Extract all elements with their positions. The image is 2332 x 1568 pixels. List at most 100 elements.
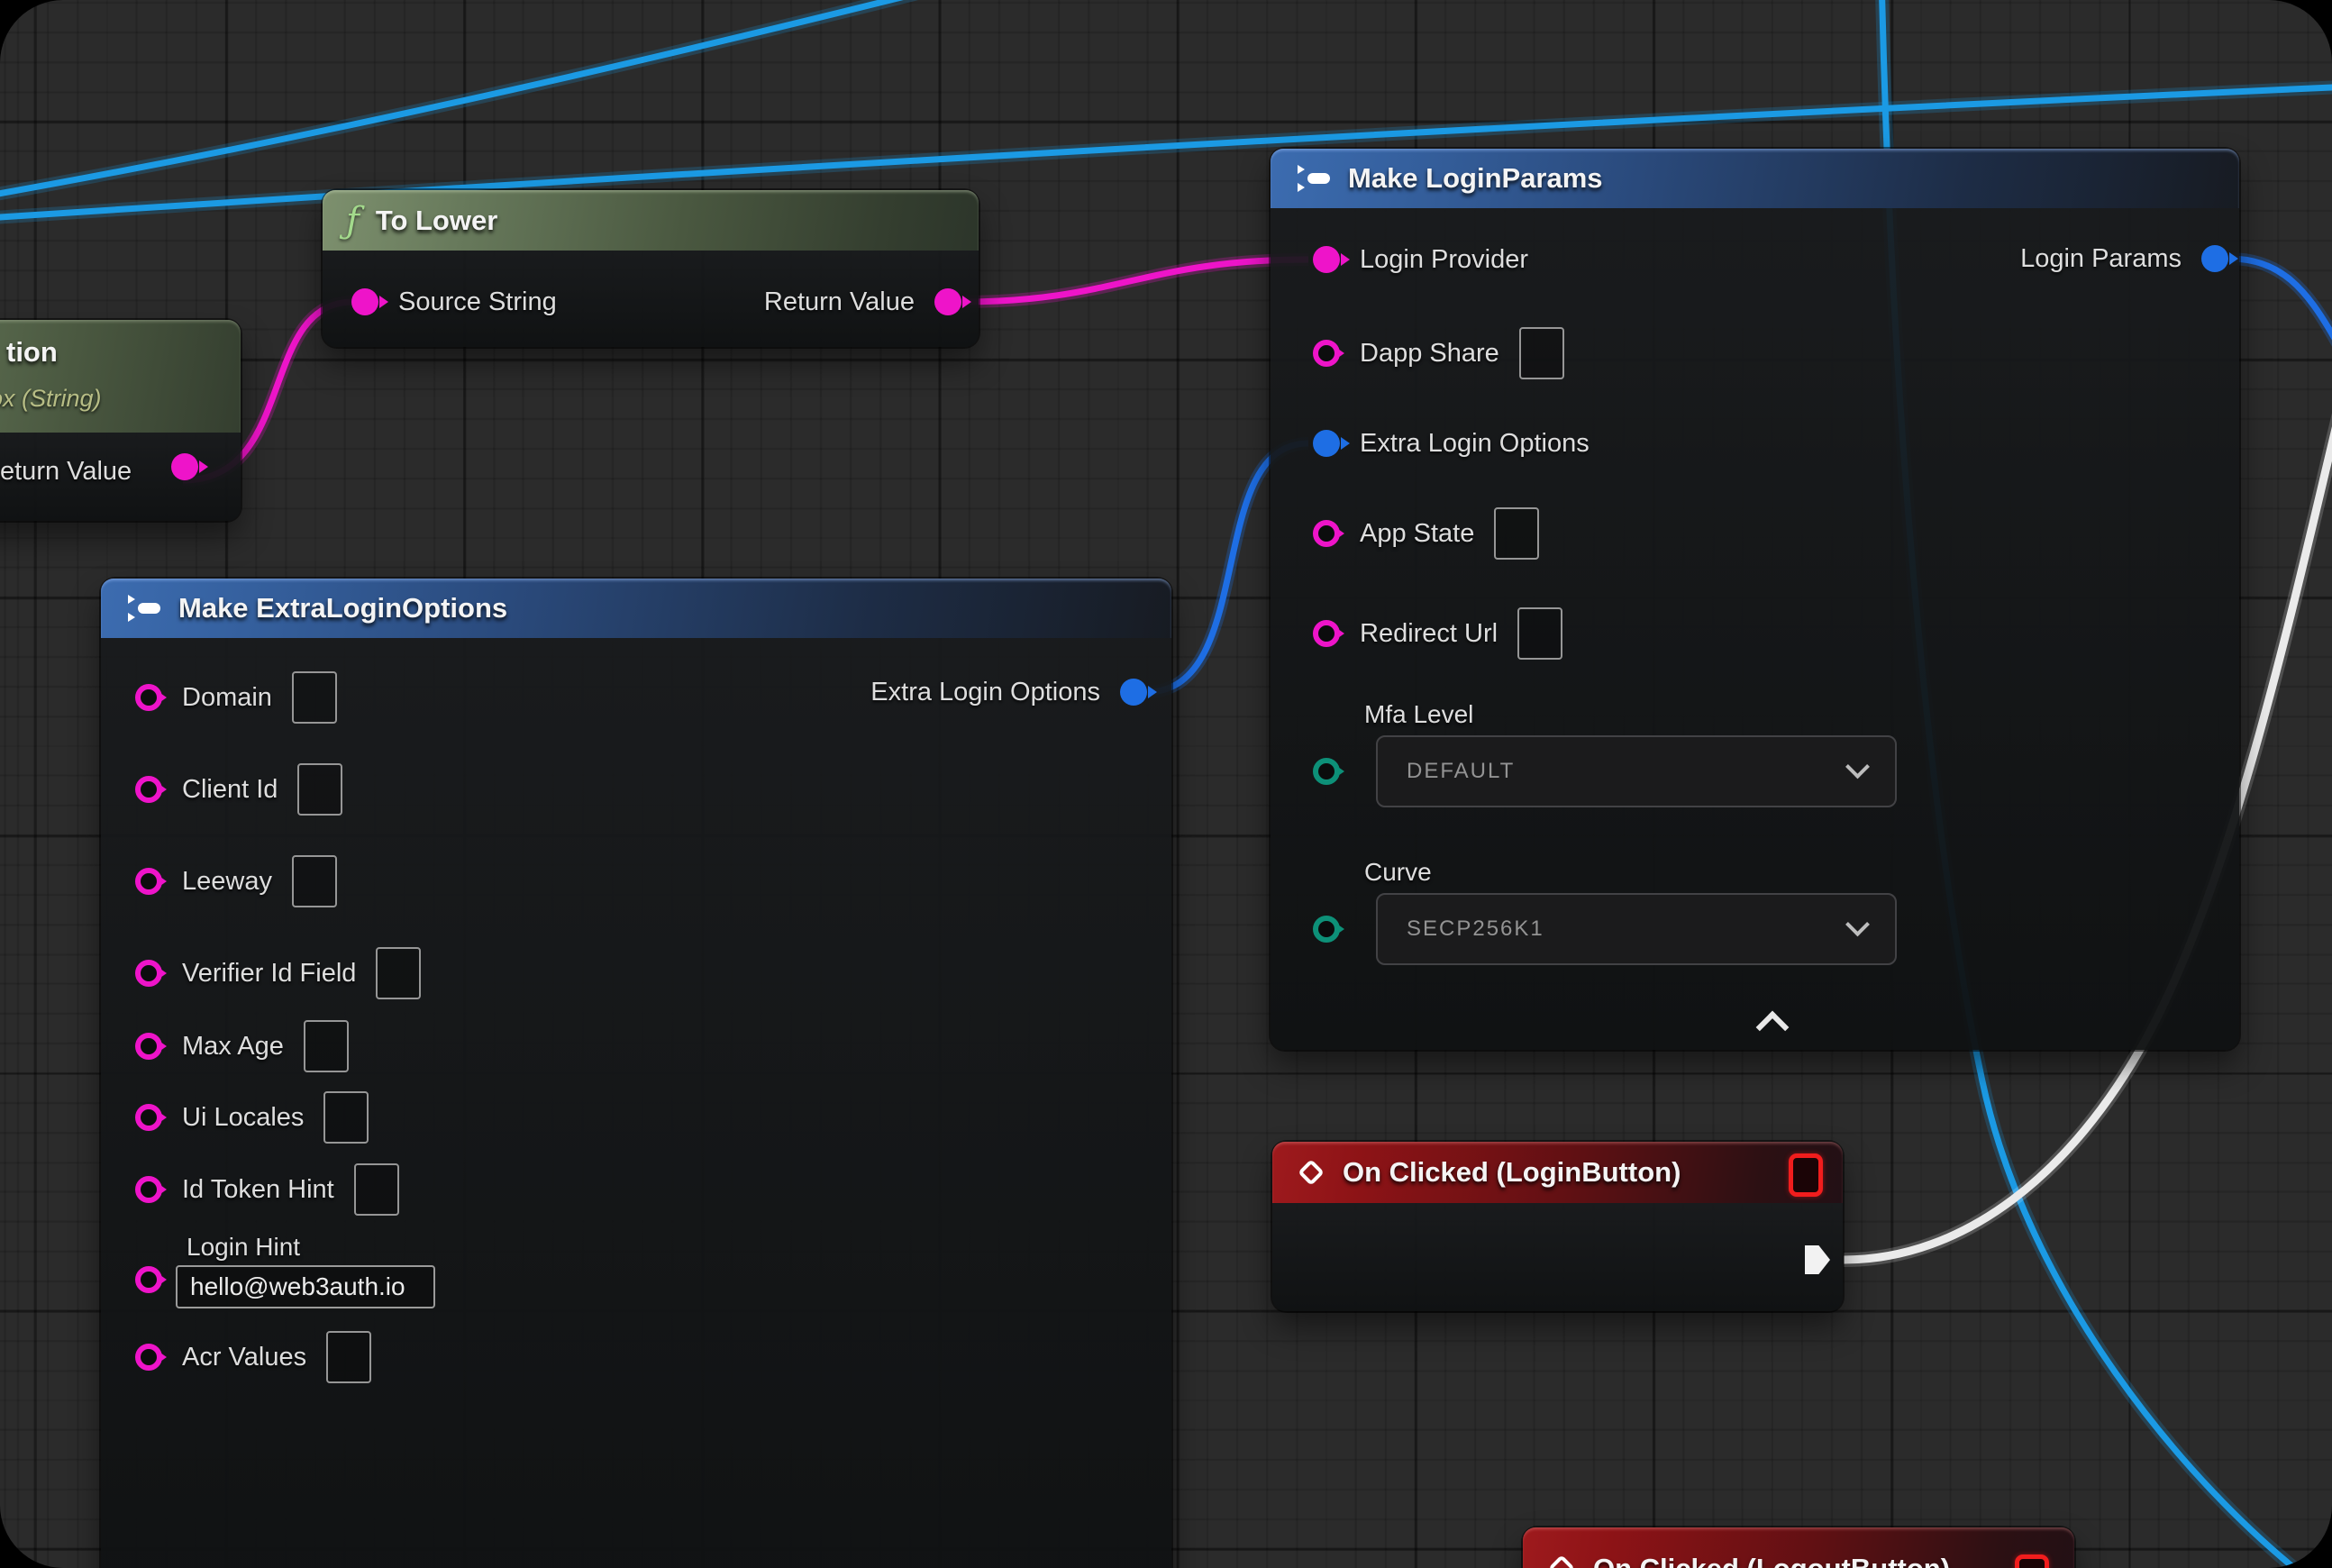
node-header[interactable]: On Clicked (LogoutButton) <box>1523 1527 2074 1568</box>
client-id-label: Client Id <box>182 775 278 805</box>
node-title: On Clicked (LogoutButton) <box>1593 1553 1950 1568</box>
login-hint-pin[interactable] <box>135 1266 162 1293</box>
pin-row-max-age: Max Age <box>135 1021 349 1071</box>
login-params-out-pin[interactable] <box>2201 245 2228 272</box>
mfa-level-dropdown[interactable]: DEFAULT <box>1376 735 1897 807</box>
wire-login-params-out[interactable] <box>2229 259 2332 404</box>
node-title: Make ExtraLoginOptions <box>178 592 507 624</box>
event-diamond-icon <box>1296 1157 1326 1188</box>
node-header[interactable]: ƒ To Lower <box>323 190 979 251</box>
return-value-pin[interactable] <box>171 453 198 480</box>
pin-row-login-params-out: Login Params <box>2020 233 2228 284</box>
pin-row-login-provider: Login Provider <box>1313 234 1528 285</box>
pin-row-source-string: Source String <box>351 277 557 327</box>
acr-values-label: Acr Values <box>182 1343 306 1372</box>
login-provider-label: Login Provider <box>1360 245 1528 275</box>
login-hint-label: Login Hint <box>187 1233 300 1262</box>
extra-login-options-out-label: Extra Login Options <box>870 678 1100 707</box>
acr-values-pin[interactable] <box>135 1344 162 1371</box>
event-binding-red-icon <box>2015 1554 2049 1568</box>
verifier-id-text-field[interactable] <box>376 947 421 999</box>
pin-row-dapp-share: Dapp Share <box>1313 328 1564 378</box>
function-icon: ƒ <box>346 203 360 239</box>
pin-row-verifier-id-field: Verifier Id Field <box>135 948 421 998</box>
dapp-share-label: Dapp Share <box>1360 339 1499 369</box>
mfa-level-value: DEFAULT <box>1407 759 1515 784</box>
login-hint-input[interactable]: hello@web3auth.io <box>176 1265 435 1308</box>
node-make-login-params[interactable]: Make LoginParams Login Provider Dapp Sha… <box>1271 149 2239 1050</box>
extra-login-options-out-pin[interactable] <box>1120 679 1147 706</box>
acr-values-text-field[interactable] <box>326 1331 371 1383</box>
app-state-text-field[interactable] <box>1494 507 1539 560</box>
redirect-url-pin[interactable] <box>1313 620 1340 647</box>
wire-tolower-to-loginprovider[interactable] <box>961 260 1308 302</box>
node-make-extra-login-options[interactable]: Make ExtraLoginOptions Domain Client Id … <box>101 579 1171 1568</box>
chevron-down-icon <box>1845 912 1870 936</box>
extra-login-options-in-label: Extra Login Options <box>1360 429 1590 459</box>
event-binding-red-icon <box>1789 1153 1823 1197</box>
curve-dropdown[interactable]: SECP256K1 <box>1376 893 1897 965</box>
dapp-share-pin[interactable] <box>1313 340 1340 367</box>
return-value-pin[interactable] <box>934 288 961 315</box>
mfa-level-pin[interactable] <box>1313 758 1340 785</box>
max-age-text-field[interactable] <box>304 1020 349 1072</box>
domain-label: Domain <box>182 683 272 713</box>
node-header[interactable]: Make ExtraLoginOptions <box>101 579 1171 638</box>
pin-row-client-id: Client Id <box>135 764 342 815</box>
app-state-pin[interactable] <box>1313 520 1340 547</box>
pin-row-app-state: App State <box>1313 508 1539 559</box>
client-id-text-field[interactable] <box>297 763 342 816</box>
id-token-hint-text-field[interactable] <box>354 1163 399 1216</box>
event-diamond-icon <box>1546 1553 1577 1568</box>
curve-pin[interactable] <box>1313 916 1340 943</box>
node-on-clicked-logout-button[interactable]: On Clicked (LogoutButton) <box>1523 1527 2074 1568</box>
domain-pin[interactable] <box>135 684 162 711</box>
login-provider-pin[interactable] <box>1313 246 1340 273</box>
blueprint-editor-screenshot: tion ox (String) eturn Value ƒ To Lower … <box>0 0 2332 1568</box>
extra-login-options-in-pin[interactable] <box>1313 430 1340 457</box>
pin-row-return-value: Return Value <box>764 277 961 327</box>
pin-row-extra-login-options-out: Extra Login Options <box>870 667 1147 717</box>
return-value-pin-label: eturn Value <box>0 457 132 487</box>
node-header[interactable]: On Clicked (LoginButton) <box>1272 1142 1843 1203</box>
mfa-level-label: Mfa Level <box>1364 700 1473 729</box>
verifier-id-field-pin[interactable] <box>135 960 162 987</box>
max-age-label: Max Age <box>182 1032 284 1062</box>
node-to-lower[interactable]: ƒ To Lower Source String Return Value <box>323 190 979 347</box>
pin-row-redirect-url: Redirect Url <box>1313 608 1562 659</box>
redirect-url-label: Redirect Url <box>1360 619 1498 649</box>
leeway-pin[interactable] <box>135 868 162 895</box>
id-token-hint-pin[interactable] <box>135 1176 162 1203</box>
node-on-clicked-login-button[interactable]: On Clicked (LoginButton) <box>1272 1142 1843 1311</box>
max-age-pin[interactable] <box>135 1033 162 1060</box>
dapp-share-text-field[interactable] <box>1519 327 1564 379</box>
node-title: To Lower <box>376 205 497 237</box>
app-state-label: App State <box>1360 519 1474 549</box>
node-title: On Clicked (LoginButton) <box>1343 1156 1681 1189</box>
pin-row-ui-locales: Ui Locales <box>135 1092 369 1143</box>
ui-locales-label: Ui Locales <box>182 1103 304 1133</box>
blueprint-graph-canvas[interactable]: tion ox (String) eturn Value ƒ To Lower … <box>0 0 2332 1568</box>
chevron-down-icon <box>1845 754 1870 779</box>
pin-row-id-token-hint: Id Token Hint <box>135 1164 399 1215</box>
client-id-pin[interactable] <box>135 776 162 803</box>
node-partial-function[interactable]: tion ox (String) eturn Value <box>0 320 241 521</box>
make-struct-icon <box>1294 163 1332 194</box>
node-body <box>1272 1203 1843 1311</box>
login-params-out-label: Login Params <box>2020 244 2182 274</box>
pin-row-acr-values: Acr Values <box>135 1332 371 1382</box>
pin-row-domain: Domain <box>135 672 337 723</box>
node-subtitle-fragment: ox (String) <box>0 385 102 413</box>
leeway-label: Leeway <box>182 867 272 897</box>
domain-text-field[interactable] <box>292 671 337 724</box>
return-value-label: Return Value <box>764 287 915 317</box>
leeway-text-field[interactable] <box>292 855 337 907</box>
node-header[interactable]: Make LoginParams <box>1271 149 2239 208</box>
ui-locales-pin[interactable] <box>135 1104 162 1131</box>
source-string-pin[interactable] <box>351 288 378 315</box>
node-title-fragment: tion <box>6 336 58 369</box>
ui-locales-text-field[interactable] <box>323 1091 369 1144</box>
verifier-id-field-label: Verifier Id Field <box>182 959 356 989</box>
make-struct-icon <box>124 593 162 624</box>
redirect-url-text-field[interactable] <box>1517 607 1562 660</box>
